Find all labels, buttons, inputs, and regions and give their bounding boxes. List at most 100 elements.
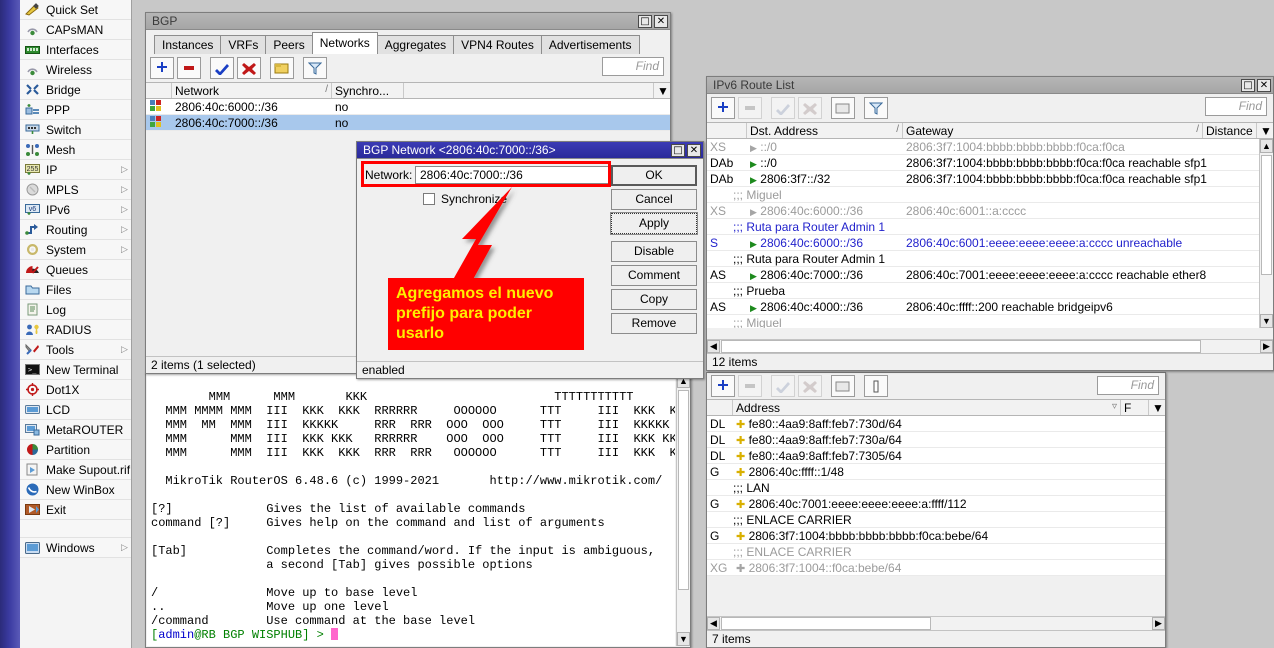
comment-row[interactable]: ;;; Miguel [707,187,1273,203]
route-find-input[interactable]: Find [1205,97,1267,116]
bgp-window-titlebar[interactable]: BGP □ ✕ [146,13,670,30]
sidebar-item-new-winbox[interactable]: New WinBox [20,480,131,500]
apply-button[interactable]: Apply [611,213,697,234]
comment-row[interactable]: ;;; ENLACE CARRIER [707,512,1165,528]
cancel-button[interactable]: Cancel [611,189,697,210]
tab-aggregates[interactable]: Aggregates [377,35,454,54]
sidebar-item-wireless[interactable]: Wireless [20,60,131,80]
route-vertical-scrollbar[interactable]: ▲ ▼ [1259,139,1273,328]
address-comment-icon[interactable] [831,375,855,397]
sidebar-item-exit[interactable]: Exit [20,500,131,520]
tab-networks[interactable]: Networks [312,32,378,54]
table-row[interactable]: AS▶ 2806:40c:7000::/362806:40c:7001:eeee… [707,267,1273,283]
comment-row[interactable]: ;;; Prueba [707,283,1273,299]
scroll-down-icon[interactable]: ▼ [1260,314,1273,328]
sidebar-item-interfaces[interactable]: Interfaces [20,40,131,60]
comment-row[interactable]: ;;; Miguel [707,315,1273,328]
disable-button[interactable] [237,57,261,79]
table-row[interactable]: XS▶ ::/02806:3f7:1004:bbbb:bbbb:bbbb:f0c… [707,139,1273,155]
copy-button[interactable]: Copy [611,289,697,310]
address-column-chooser-icon[interactable]: ▼ [1149,400,1165,415]
sidebar-item-ipv6[interactable]: v6IPv6▷ [20,200,131,220]
terminal-vertical-scrollbar[interactable]: ▲ ▼ [676,374,690,646]
sidebar-item-mpls[interactable]: MPLS▷ [20,180,131,200]
route-column-chooser-icon[interactable]: ▼ [1257,123,1273,138]
sidebar-item-lcd[interactable]: LCD [20,400,131,420]
dialog-close-button[interactable]: ✕ [687,144,701,157]
add-address-button[interactable] [711,375,735,397]
table-row[interactable]: DAb▶ 2806:3f7::/322806:3f7:1004:bbbb:bbb… [707,171,1273,187]
tab-vrfs[interactable]: VRFs [220,35,266,54]
route-filter-icon[interactable] [864,97,888,119]
sidebar-item-metarouter[interactable]: MetaROUTER [20,420,131,440]
scroll-right-icon[interactable]: ▶ [1152,617,1165,630]
table-row[interactable]: 2806:40c:6000::/36no [146,99,670,115]
tab-vpn4-routes[interactable]: VPN4 Routes [453,35,542,54]
tab-instances[interactable]: Instances [154,35,221,54]
sidebar-item-windows[interactable]: Windows ▷ [20,538,131,558]
scroll-up-icon[interactable]: ▲ [1260,139,1273,153]
table-row[interactable]: S▶ 2806:40c:6000::/362806:40c:6001:eeee:… [707,235,1273,251]
sidebar-item-make-supout-rif[interactable]: Make Supout.rif [20,460,131,480]
sidebar-item-radius[interactable]: RADIUS [20,320,131,340]
add-button[interactable] [150,57,174,79]
address-find-input[interactable]: Find [1097,376,1159,395]
column-chooser-icon[interactable]: ▼ [654,83,670,98]
route-comment-icon[interactable] [831,97,855,119]
table-row[interactable]: DL✚ fe80::4aa9:8aff:feb7:730a/64 [707,432,1165,448]
table-row[interactable]: G✚ 2806:3f7:1004:bbbb:bbbb:bbbb:f0ca:beb… [707,528,1165,544]
table-row[interactable]: AS▶ 2806:40c:4000::/362806:40c:ffff::200… [707,299,1273,315]
column-address-f[interactable]: F [1121,400,1149,415]
column-distance[interactable]: Distance [1203,123,1257,138]
remove-button[interactable] [177,57,201,79]
remove-button[interactable]: Remove [611,313,697,334]
comment-row[interactable]: ;;; ENLACE CARRIER [707,544,1165,560]
comment-button[interactable]: Comment [611,265,697,286]
address-detail-icon[interactable] [864,375,888,397]
scroll-thumb[interactable] [1261,155,1272,275]
disable-route-button[interactable] [798,97,822,119]
comment-row[interactable]: ;;; Ruta para Router Admin 1 [707,219,1273,235]
sidebar-item-routing[interactable]: Routing▷ [20,220,131,240]
address-horizontal-scrollbar[interactable]: ◀ ▶ [707,616,1165,630]
table-row[interactable]: 2806:40c:7000::/36no [146,115,670,131]
column-synchronize[interactable]: Synchro... [332,83,404,98]
tab-peers[interactable]: Peers [265,35,312,54]
column-dst-address[interactable]: Dst. Address/ [747,123,903,138]
sidebar-item-files[interactable]: Files [20,280,131,300]
sidebar-item-new-terminal[interactable]: >_New Terminal [20,360,131,380]
table-row[interactable]: DL✚ fe80::4aa9:8aff:feb7:730d/64 [707,416,1165,432]
enable-route-button[interactable] [771,97,795,119]
scroll-thumb[interactable] [678,390,689,590]
close-button[interactable]: ✕ [654,15,668,28]
column-address[interactable]: Address▿ [733,400,1121,415]
remove-address-button[interactable] [738,375,762,397]
tab-advertisements[interactable]: Advertisements [541,35,640,54]
table-row[interactable]: XS▶ 2806:40c:6000::/362806:40c:6001::a:c… [707,203,1273,219]
route-maximize-button[interactable]: □ [1241,79,1255,92]
sidebar-item-mesh[interactable]: Mesh [20,140,131,160]
sidebar-item-dot1x[interactable]: Dot1X [20,380,131,400]
h-scroll-thumb[interactable] [721,340,1201,353]
sidebar-item-bridge[interactable]: Bridge [20,80,131,100]
sidebar-item-quick-set[interactable]: Quick Set [20,0,131,20]
route-close-button[interactable]: ✕ [1257,79,1271,92]
table-row[interactable]: G✚ 2806:40c:7001:eeee:eeee:eeee:a:ffff/1… [707,496,1165,512]
route-window-titlebar[interactable]: IPv6 Route List □ ✕ [707,77,1273,94]
route-horizontal-scrollbar[interactable]: ◀ ▶ [707,339,1273,353]
sidebar-item-switch[interactable]: Switch [20,120,131,140]
sidebar-item-partition[interactable]: Partition [20,440,131,460]
sidebar-item-system[interactable]: System▷ [20,240,131,260]
sidebar-item-log[interactable]: Log [20,300,131,320]
scroll-down-icon[interactable]: ▼ [677,632,690,646]
filter-icon[interactable] [303,57,327,79]
disable-address-button[interactable] [798,375,822,397]
sidebar-item-ip[interactable]: 255IP▷ [20,160,131,180]
comment-row[interactable]: ;;; LAN [707,480,1165,496]
enable-address-button[interactable] [771,375,795,397]
comment-icon[interactable] [270,57,294,79]
add-route-button[interactable] [711,97,735,119]
maximize-button[interactable]: □ [638,15,652,28]
table-row[interactable]: XG✚ 2806:3f7:1004::f0ca:bebe/64 [707,560,1165,576]
remove-route-button[interactable] [738,97,762,119]
